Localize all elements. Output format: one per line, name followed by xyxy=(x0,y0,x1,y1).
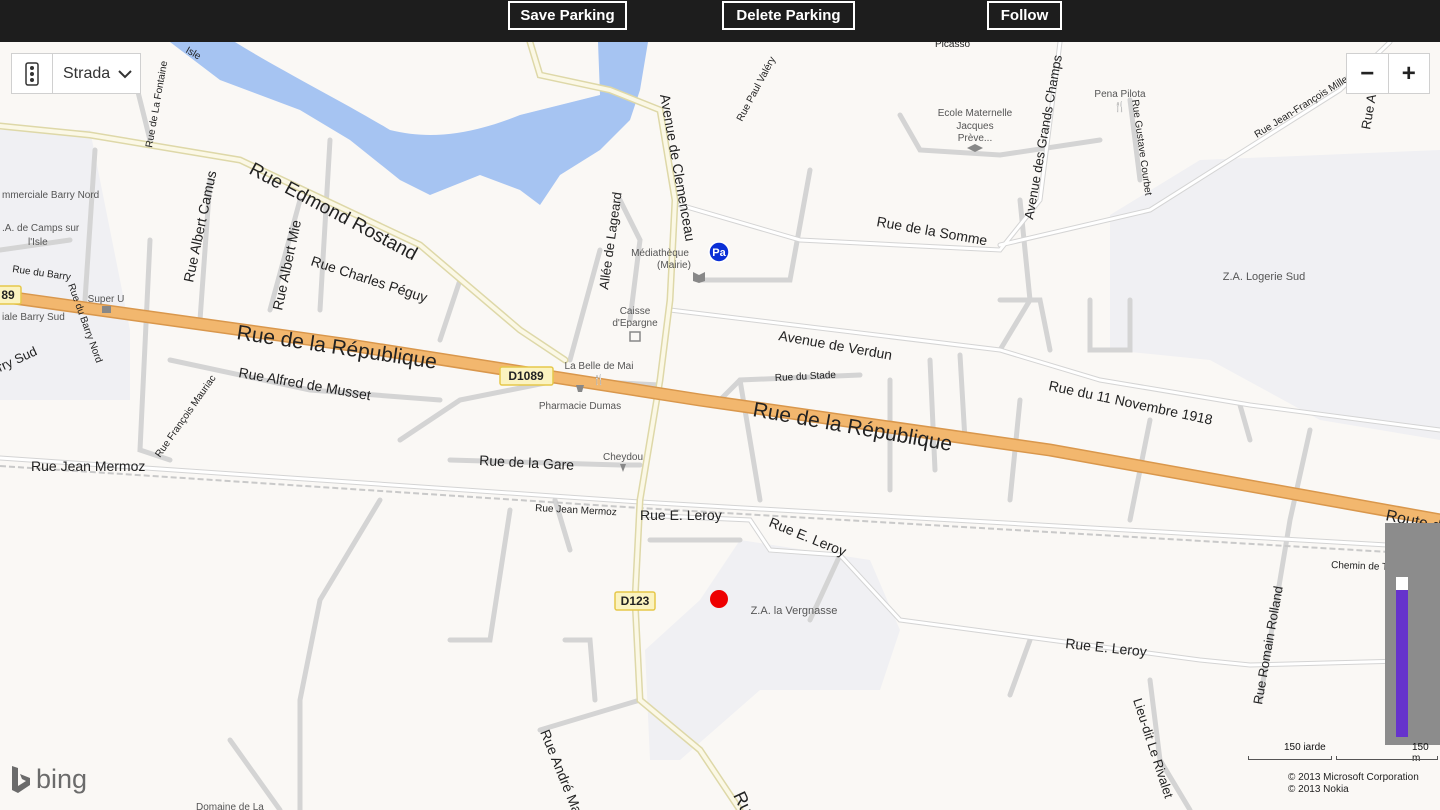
traffic-light-icon xyxy=(25,61,39,86)
bing-logo: bing xyxy=(10,764,87,795)
cart-icon xyxy=(102,306,111,313)
shield-left-partial: 89 xyxy=(0,285,22,305)
label-gare: Rue de la Gare xyxy=(479,452,575,473)
label-paul-valery: Rue Paul Valéry xyxy=(735,55,778,123)
poi-ecole-line1: Ecole Maternelle xyxy=(938,108,1013,119)
zoom-in-button[interactable]: + xyxy=(1389,54,1430,93)
scale-imperial-bar xyxy=(1248,756,1332,760)
label-clemenceau: Avenue de Clemenceau xyxy=(657,93,699,243)
svg-text:D123: D123 xyxy=(621,594,650,608)
label-fontaine-partial: Rue de La Fontaine xyxy=(144,60,170,149)
bing-wordmark: bing xyxy=(36,764,88,794)
save-parking-button[interactable]: Save Parking xyxy=(508,1,627,30)
map-style-select[interactable]: Strada xyxy=(53,54,140,93)
copyright-microsoft: © 2013 Microsoft Corporation xyxy=(1288,772,1419,783)
scale-metric-bar xyxy=(1336,756,1438,760)
poi-barry-sud-zone: iale Barry Sud xyxy=(2,312,65,323)
copyright-nokia: © 2013 Nokia xyxy=(1288,784,1349,795)
poi-commerciale-barry-nord: mmerciale Barry Nord xyxy=(2,190,99,201)
zoom-control: − + xyxy=(1346,53,1430,94)
zoom-slider-fill xyxy=(1396,589,1408,737)
current-location-marker[interactable] xyxy=(710,590,728,608)
bar-icon xyxy=(620,464,626,472)
secondary-road-fill xyxy=(0,42,742,810)
bank-icon xyxy=(629,331,641,342)
map-canvas[interactable]: Rue de la République Rue de la Républiqu… xyxy=(0,42,1440,810)
zoom-level-slider[interactable] xyxy=(1385,523,1440,745)
bing-icon xyxy=(12,765,30,793)
label-rue-partial-bottom: Ru xyxy=(729,788,757,810)
follow-button[interactable]: Follow xyxy=(987,1,1062,30)
label-albert-camus: Rue Albert Camus xyxy=(180,169,219,283)
label-alfred-musset: Rue Alfred de Musset xyxy=(237,364,372,403)
poi-ecole-line2: Jacques xyxy=(956,121,993,132)
label-e-leroy-3: Rue E. Leroy xyxy=(1065,635,1148,659)
label-top-right-partial: Rue A xyxy=(1358,93,1379,131)
label-jean-mermoz: Rue Jean Mermoz xyxy=(31,458,145,474)
label-andre-malraux: Rue André Malraux xyxy=(537,727,597,810)
poi-za-camps-line1: .A. de Camps sur xyxy=(2,223,80,234)
secondary-roads xyxy=(0,42,744,810)
poi-cheydou: Cheydou xyxy=(603,452,643,463)
label-francois-mauriac: Rue François Mauriac xyxy=(153,373,218,459)
poi-caisse-line2: d'Epargne xyxy=(612,318,658,329)
poi-pharmacie: Pharmacie Dumas xyxy=(539,401,621,412)
zone-logerie-area xyxy=(1110,150,1440,440)
poi-domaine: Domaine de La xyxy=(196,802,264,810)
shield-d1089: D1089 xyxy=(499,366,554,386)
restaurant-icon-2: 🍴 xyxy=(1114,100,1126,113)
label-republique-east: Rue de la République xyxy=(751,398,954,456)
delete-parking-button[interactable]: Delete Parking xyxy=(722,1,855,30)
label-picasso-partial: Picasso xyxy=(935,42,970,50)
svg-text:89: 89 xyxy=(1,288,15,302)
label-republique-west: Rue de la République xyxy=(235,321,438,374)
label-romain-rolland: Rue Romain Rolland xyxy=(1250,585,1286,706)
label-jean-francois-millet: Rue Jean-François Millet xyxy=(1253,72,1353,140)
label-e-leroy-1: Rue E. Leroy xyxy=(640,507,722,523)
scale-imperial-label: 150 iarde xyxy=(1284,742,1326,753)
traffic-toggle-button[interactable] xyxy=(12,54,53,93)
shop-icon xyxy=(576,385,584,392)
parking-marker[interactable]: Pa xyxy=(708,241,730,263)
copyright: © 2013 Microsoft Corporation © 2013 Noki… xyxy=(1288,772,1419,796)
zoom-slider-track xyxy=(1396,577,1408,737)
label-gustave-courbet: Rue Gustave Courbet xyxy=(1129,99,1153,197)
book-icon xyxy=(693,272,705,283)
poi-za-camps-line2: l'Isle xyxy=(28,237,48,248)
zone-vergnasse-label: Z.A. la Vergnasse xyxy=(751,605,838,617)
label-lageard: Allée de Lageard xyxy=(596,191,625,290)
zone-logerie-label: Z.A. Logerie Sud xyxy=(1223,271,1306,283)
poi-mediatheque-line1: Médiathèque xyxy=(631,248,689,259)
label-albert-mie: Rue Albert Mie xyxy=(269,218,304,311)
map-style-label: Strada xyxy=(63,64,111,82)
chevron-down-icon xyxy=(118,69,132,78)
svg-text:D1089: D1089 xyxy=(508,369,544,383)
poi-belle-de-mai: La Belle de Mai xyxy=(565,361,634,372)
poi-caisse-line1: Caisse xyxy=(620,306,651,317)
label-stade: Rue du Stade xyxy=(775,370,837,384)
poi-pena-pilota: Pena Pilota xyxy=(1094,89,1146,100)
river xyxy=(170,42,648,205)
zoom-out-button[interactable]: − xyxy=(1347,54,1389,93)
svg-text:Pa: Pa xyxy=(712,247,726,259)
map-style-control: Strada xyxy=(11,53,141,94)
poi-mediatheque-line2: (Mairie) xyxy=(657,260,691,271)
zone-vergnasse-area xyxy=(645,540,900,760)
poi-super-u: Super U xyxy=(88,294,125,305)
scale-metric-label: 150 m xyxy=(1412,742,1429,764)
app-bar: Save Parking Delete Parking Follow xyxy=(0,0,1440,42)
restaurant-icon: 🍴 xyxy=(593,373,605,386)
scale-bar: 150 iarde 150 m xyxy=(1248,742,1438,768)
shield-d123: D123 xyxy=(614,591,656,611)
poi-ecole-line3: Prève... xyxy=(958,133,992,144)
